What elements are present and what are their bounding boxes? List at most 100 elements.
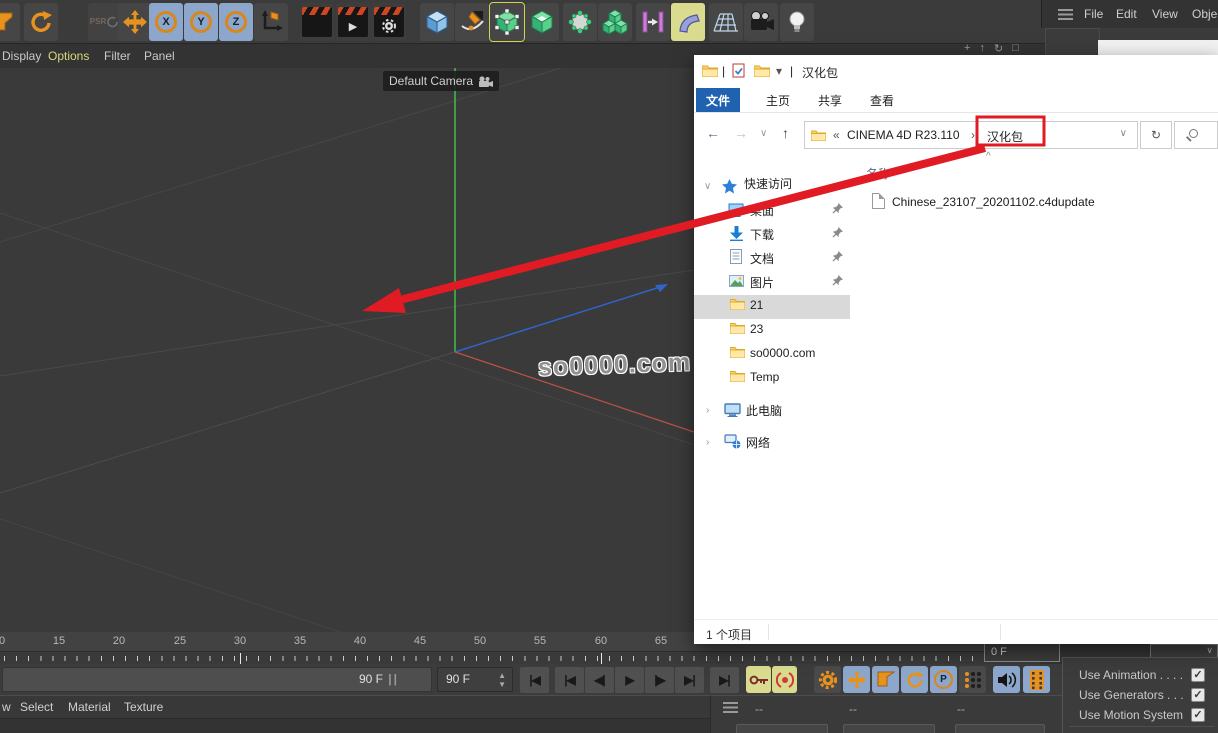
file-name[interactable]: Chinese_23107_20201102.c4dupdate — [892, 195, 1095, 209]
spin-down-icon[interactable]: ▼ — [498, 681, 506, 688]
sidebar-item-downloads[interactable]: 下载 — [694, 222, 850, 246]
up-button[interactable]: ↑ — [782, 125, 789, 141]
sound-toggle[interactable] — [993, 666, 1020, 693]
goto-end-button[interactable]: ▶| — [710, 667, 739, 693]
next-frame-button[interactable]: |▶ — [645, 667, 674, 693]
column-name[interactable]: 名称 — [866, 165, 890, 182]
symmetry-object-button[interactable] — [636, 3, 670, 41]
prev-frame-button[interactable]: ◀| — [585, 667, 614, 693]
timeline-tick-strip[interactable] — [0, 651, 1040, 664]
subdivision-surface-button[interactable] — [490, 3, 524, 41]
viewport-canvas[interactable]: Default Camera so0000.com — [0, 68, 694, 632]
recent-dropdown-icon[interactable]: ∨ — [760, 128, 767, 139]
rotate-view-icon[interactable]: ↻ — [994, 42, 1003, 56]
tab-view[interactable]: 查看 — [860, 88, 904, 112]
use-animation-checkbox[interactable]: ✓ — [1191, 668, 1205, 682]
sidebar-item-temp[interactable]: Temp — [694, 366, 850, 390]
keyframe-settings-button[interactable] — [814, 666, 841, 693]
breadcrumb-parent[interactable]: CINEMA 4D R23.110 — [847, 128, 960, 142]
y-axis-lock-button[interactable]: Y — [184, 3, 218, 41]
key-pla-toggle[interactable] — [959, 666, 986, 693]
coord-field-y[interactable] — [843, 724, 935, 733]
x-axis-lock-button[interactable]: X — [149, 3, 183, 41]
use-motion-system-checkbox[interactable]: ✓ — [1191, 708, 1205, 722]
render-preview-button[interactable] — [1023, 666, 1050, 693]
maximize-view-icon[interactable]: □ — [1012, 42, 1019, 56]
tab-share[interactable]: 共享 — [808, 88, 852, 112]
menu-view[interactable]: View — [1152, 7, 1178, 21]
camera-object-button[interactable] — [744, 3, 778, 41]
breadcrumb-prefix[interactable]: « — [833, 128, 840, 142]
menu-material[interactable]: Material — [68, 700, 111, 714]
pan-view-icon[interactable]: + — [964, 42, 970, 56]
tab-home[interactable]: 主页 — [756, 88, 800, 112]
render-view-button[interactable] — [300, 3, 334, 41]
rotate-tool-button[interactable] — [24, 3, 58, 41]
material-list-area[interactable] — [0, 718, 710, 733]
menu-file[interactable]: File — [1084, 7, 1103, 21]
file-row[interactable]: Chinese_23107_20201102.c4dupdate 2020/11… — [850, 191, 1218, 213]
cube-primitive-button[interactable] — [420, 3, 454, 41]
menu-options[interactable]: Options — [48, 49, 89, 63]
slider-grip[interactable]: || — [388, 672, 399, 686]
coord-field-x[interactable] — [736, 724, 828, 733]
address-dropdown-icon[interactable]: ∨ — [1120, 128, 1127, 139]
chevron-right-icon[interactable]: › — [706, 437, 709, 448]
z-axis-lock-button[interactable]: Z — [219, 3, 253, 41]
key-rotation-toggle[interactable] — [901, 666, 928, 693]
refresh-button[interactable]: ↻ — [1140, 121, 1172, 149]
key-scale-toggle[interactable] — [872, 666, 899, 693]
coordinates-menu-icon[interactable] — [723, 702, 738, 713]
end-frame-field[interactable]: 90 F ▲ ▼ — [437, 667, 513, 692]
search-box[interactable] — [1174, 121, 1218, 149]
menu-panel[interactable]: Panel — [144, 49, 175, 63]
light-object-button[interactable] — [780, 3, 814, 41]
volume-builder-button[interactable] — [598, 3, 632, 41]
key-position-toggle[interactable] — [843, 666, 870, 693]
autokey-button[interactable] — [772, 666, 797, 693]
pen-spline-button[interactable] — [455, 3, 489, 41]
explorer-titlebar[interactable]: | ▾ | 汉化包 — [694, 55, 1218, 88]
back-button[interactable]: ← — [706, 125, 720, 141]
modeling-object-button[interactable] — [563, 3, 597, 41]
extrude-generator-button[interactable] — [525, 3, 559, 41]
forward-button[interactable]: → — [734, 125, 748, 141]
sidebar-item-pictures[interactable]: 图片 — [694, 270, 850, 294]
move-tool-button[interactable] — [118, 3, 152, 41]
floor-object-button[interactable] — [709, 3, 743, 41]
play-button[interactable]: ▶ — [615, 667, 644, 693]
hamburger-icon[interactable] — [1058, 9, 1073, 20]
address-bar[interactable]: « CINEMA 4D R23.110 › 汉化包 ∨ — [804, 121, 1138, 149]
coord-field-z[interactable] — [955, 724, 1045, 733]
record-position-button[interactable] — [746, 666, 771, 693]
prev-key-button[interactable]: |◀ — [555, 667, 584, 693]
menu-select[interactable]: Select — [20, 700, 53, 714]
object-manager-tab[interactable] — [1045, 28, 1100, 55]
timeline-slider[interactable]: 90 F || — [2, 667, 432, 692]
coordinate-system-button[interactable] — [254, 3, 288, 41]
qat-properties-icon[interactable] — [732, 63, 745, 81]
menu-filter[interactable]: Filter — [104, 49, 131, 63]
sidebar-item-quick-access[interactable]: ∨ 快速访问 — [694, 174, 850, 198]
qat-dropdown-icon[interactable]: ▾ — [776, 64, 782, 78]
menu-object[interactable]: Objec — [1192, 7, 1218, 21]
sidebar-item-23[interactable]: 23 — [694, 318, 850, 342]
render-to-picture-viewer-button[interactable]: ▶ — [336, 3, 370, 41]
spin-up-icon[interactable]: ▲ — [498, 672, 506, 679]
sidebar-item-so0000[interactable]: so0000.com — [694, 342, 850, 366]
key-parameter-toggle[interactable]: P — [930, 666, 957, 693]
menu-texture[interactable]: Texture — [124, 700, 163, 714]
chevron-down-icon[interactable]: ∨ — [704, 181, 711, 192]
sidebar-item-21[interactable]: 21 — [694, 294, 850, 318]
next-key-button[interactable]: ▶| — [675, 667, 704, 693]
use-generators-checkbox[interactable]: ✓ — [1191, 688, 1205, 702]
psr-tool-button-disabled[interactable]: PSR — [88, 3, 122, 41]
sidebar-item-this-pc[interactable]: › 此电脑 — [694, 398, 850, 422]
frame-field-small[interactable]: 0 F — [984, 642, 1060, 662]
chevron-right-icon[interactable]: › — [706, 405, 709, 416]
sidebar-item-documents[interactable]: 文档 — [694, 246, 850, 270]
zoom-view-icon[interactable]: ↑ — [979, 42, 985, 56]
menu-edit[interactable]: Edit — [1116, 7, 1137, 21]
render-settings-button[interactable] — [372, 3, 406, 41]
sidebar-item-network[interactable]: › 网络 — [694, 430, 850, 454]
